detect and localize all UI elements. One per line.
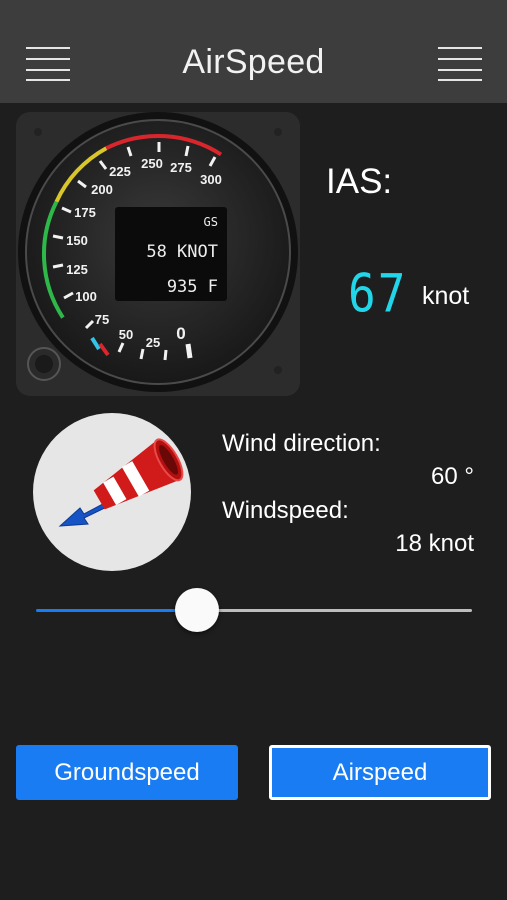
scale-label-300: 300 [200,172,222,187]
wind-direction-label: Wind direction: [222,430,381,457]
scale-label-125: 125 [66,262,88,277]
scale-label-250: 250 [141,156,163,171]
scale-label-150: 150 [66,233,88,248]
windsock-icon [33,413,191,571]
navigation-bar: AirSpeed [0,0,507,103]
slider-track-empty [197,609,472,612]
windspeed-slider[interactable] [36,588,472,634]
scale-label-100: 100 [75,289,97,304]
airspeed-button[interactable]: Airspeed [269,745,491,800]
scale-label-0: 0 [176,324,185,343]
scale-label-75: 75 [95,312,109,327]
scale-label-200: 200 [91,182,113,197]
windspeed-value: 18 knot [395,530,474,557]
ias-unit: knot [422,282,470,310]
scale-label-175: 175 [74,205,96,220]
groundspeed-button[interactable]: Groundspeed [16,745,238,800]
ias-label: IAS: [326,162,393,201]
page-title: AirSpeed [182,43,325,81]
scale-label-275: 275 [170,160,192,175]
display-altitude-text: 935 F [167,277,218,297]
wind-direction-value: 60 ° [431,463,474,490]
windspeed-label: Windspeed: [222,497,349,524]
display-speed-text: 58 KNOT [146,242,218,262]
slider-thumb[interactable] [175,588,219,632]
slider-track-filled [36,609,197,612]
scale-label-225: 225 [109,164,131,179]
airspeed-gauge: 25 50 75 100 125 150 175 200 225 250 275… [16,112,300,396]
display-mode-text: GS [204,215,218,229]
scale-label-50: 50 [119,327,133,342]
ias-value: 67 [348,262,408,325]
scale-label-25: 25 [146,335,160,350]
right-menu-icon[interactable] [438,47,482,83]
